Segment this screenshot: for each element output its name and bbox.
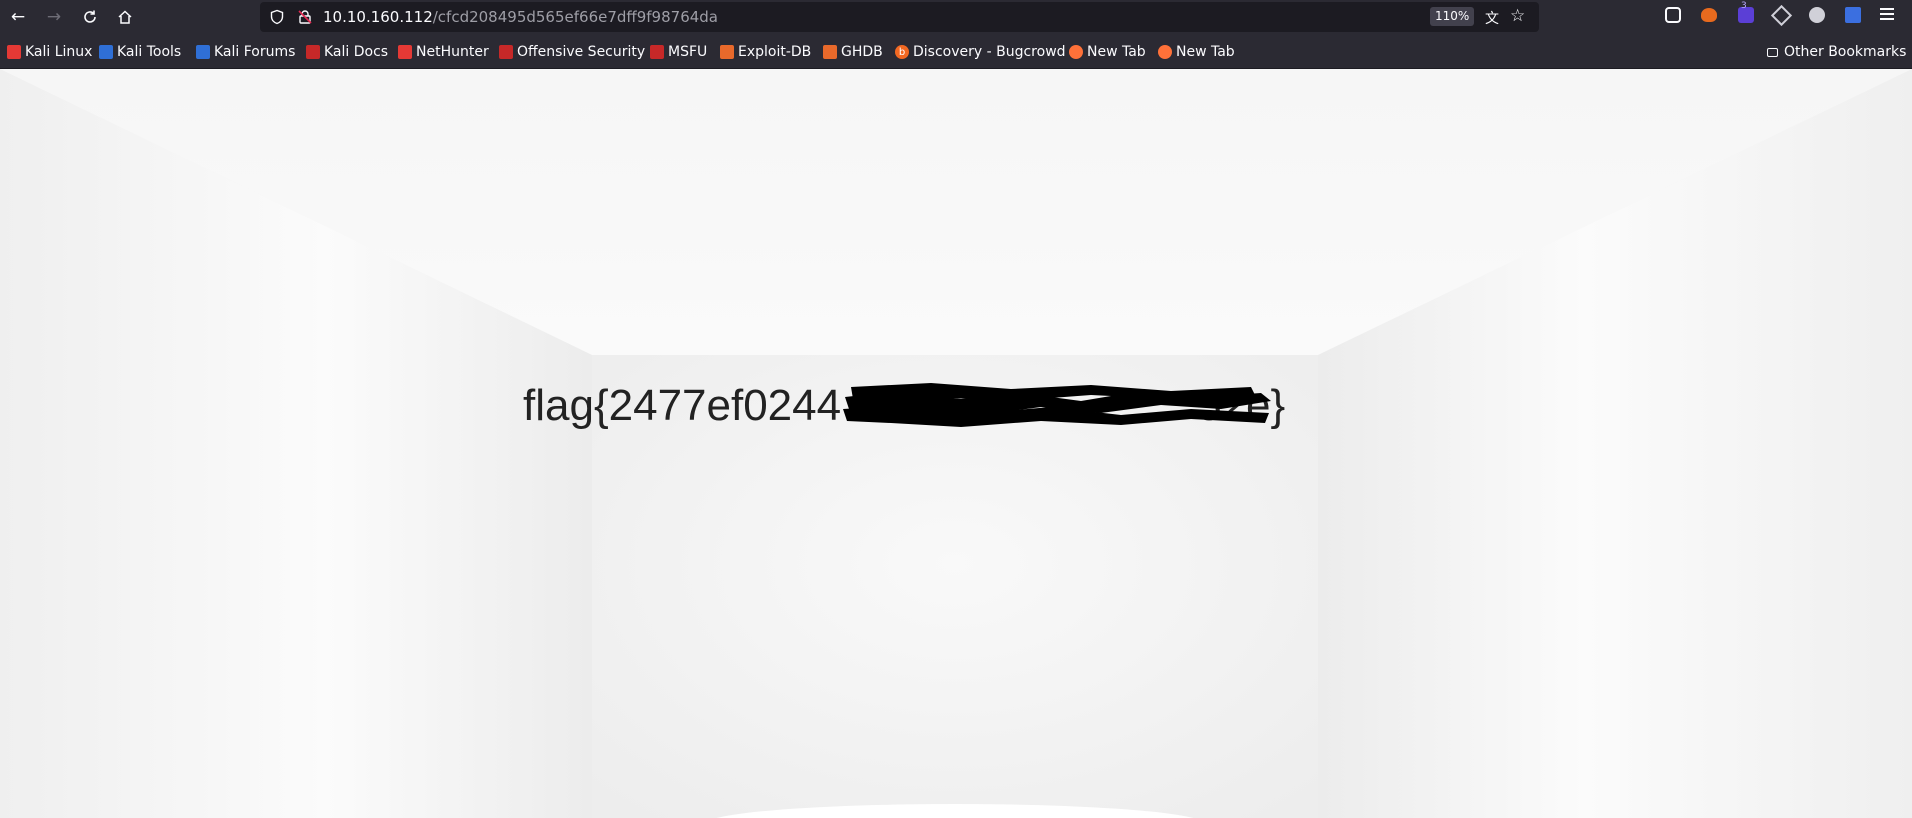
firefox-icon — [1069, 45, 1083, 59]
bookmark-ghdb[interactable]: GHDB — [823, 43, 883, 61]
bookmark-label: New Tab — [1176, 44, 1235, 60]
url-text[interactable]: 10.10.160.112/cfcd208495d565ef66e7dff9f9… — [323, 8, 718, 26]
arrow-right-icon: → — [46, 7, 62, 27]
bugcrowd-icon: b — [895, 45, 909, 59]
ghdb-icon — [823, 45, 837, 59]
back-button[interactable]: ← — [4, 4, 32, 30]
msfu-icon — [650, 45, 664, 59]
other-bookmarks[interactable]: Other Bookmarks — [1767, 43, 1906, 61]
bookmark-kali-tools[interactable]: Kali Tools — [99, 43, 181, 61]
reload-icon — [84, 10, 96, 23]
kali-forums-icon — [196, 45, 210, 59]
nav-toolbar: ← → 10.10.160.112/cfcd208495d565ef66e7df… — [0, 0, 1912, 34]
kali-docs-icon — [306, 45, 320, 59]
bookmark-label: Offensive Security — [517, 44, 646, 60]
bookmark-label: Discovery - Bugcrowd — [913, 44, 1066, 60]
redaction-scribble — [843, 383, 1271, 427]
bookmark-bugcrowd[interactable]: b Discovery - Bugcrowd — [895, 43, 1066, 61]
hamburger-menu-icon[interactable] — [1880, 8, 1894, 20]
firefox-icon — [1158, 45, 1172, 59]
arrow-left-icon: ← — [10, 7, 26, 27]
bookmark-label: GHDB — [841, 44, 883, 60]
bookmark-exploit-db[interactable]: Exploit-DB — [720, 43, 811, 61]
home-icon — [118, 10, 132, 24]
home-button[interactable] — [111, 4, 139, 30]
tracking-shield-icon[interactable] — [269, 9, 285, 25]
bookmark-label: Exploit-DB — [738, 44, 812, 60]
bookmark-label: Kali Docs — [324, 44, 389, 60]
language-icon[interactable] — [1845, 7, 1861, 23]
kali-icon — [7, 45, 21, 59]
bookmark-offensive-security[interactable]: Offensive Security — [499, 43, 645, 61]
bookmarks-toolbar: Kali Linux Kali Tools Kali Forums Kali D… — [0, 34, 1912, 69]
bookmark-star-icon[interactable]: ☆ — [1510, 6, 1525, 26]
exploitdb-icon — [720, 45, 734, 59]
bookmark-kali-linux[interactable]: Kali Linux — [7, 43, 92, 61]
bookmark-kali-forums[interactable]: Kali Forums — [196, 43, 295, 61]
bookmark-msfu[interactable]: MSFU — [650, 43, 707, 61]
offsec-icon — [499, 45, 513, 59]
foxyproxy-icon[interactable] — [1701, 8, 1717, 22]
flag-visible-part: flag{2477ef0244 — [523, 381, 842, 430]
url-path: /cfcd208495d565ef66e7dff9f98764da — [432, 8, 718, 26]
bookmark-new-tab-1[interactable]: New Tab — [1069, 43, 1146, 61]
pocket-icon[interactable] — [1665, 7, 1681, 23]
url-bar[interactable]: 10.10.160.112/cfcd208495d565ef66e7dff9f9… — [260, 2, 1539, 32]
bookmark-label: Kali Tools — [117, 44, 182, 60]
bookmark-kali-docs[interactable]: Kali Docs — [306, 43, 388, 61]
bookmark-label: New Tab — [1087, 44, 1146, 60]
bookmark-nethunter[interactable]: NetHunter — [398, 43, 489, 61]
bookmark-label: MSFU — [668, 44, 708, 60]
other-bookmarks-label: Other Bookmarks — [1784, 44, 1907, 60]
reload-button[interactable] — [76, 4, 104, 30]
url-host: 10.10.160.112 — [323, 8, 433, 26]
bookmark-new-tab-2[interactable]: New Tab — [1158, 43, 1235, 61]
page-content: flag{2477ef024452e} — [0, 69, 1912, 818]
insecure-lock-icon[interactable] — [297, 9, 313, 25]
direction-icon[interactable] — [1770, 4, 1793, 27]
folder-icon — [1767, 47, 1778, 57]
translate-icon[interactable]: 文 — [1485, 8, 1499, 28]
nethunter-icon — [398, 45, 412, 59]
zoom-indicator[interactable]: 110% — [1430, 7, 1475, 26]
bookmark-label: Kali Linux — [25, 44, 93, 60]
bookmark-label: Kali Forums — [214, 44, 296, 60]
room-background — [0, 69, 1912, 818]
forward-button[interactable]: → — [40, 4, 68, 30]
wappalyzer-icon[interactable] — [1809, 7, 1825, 23]
bookmark-label: NetHunter — [416, 44, 489, 60]
extension-badge: 3 — [1741, 1, 1747, 11]
kali-tools-icon — [99, 45, 113, 59]
